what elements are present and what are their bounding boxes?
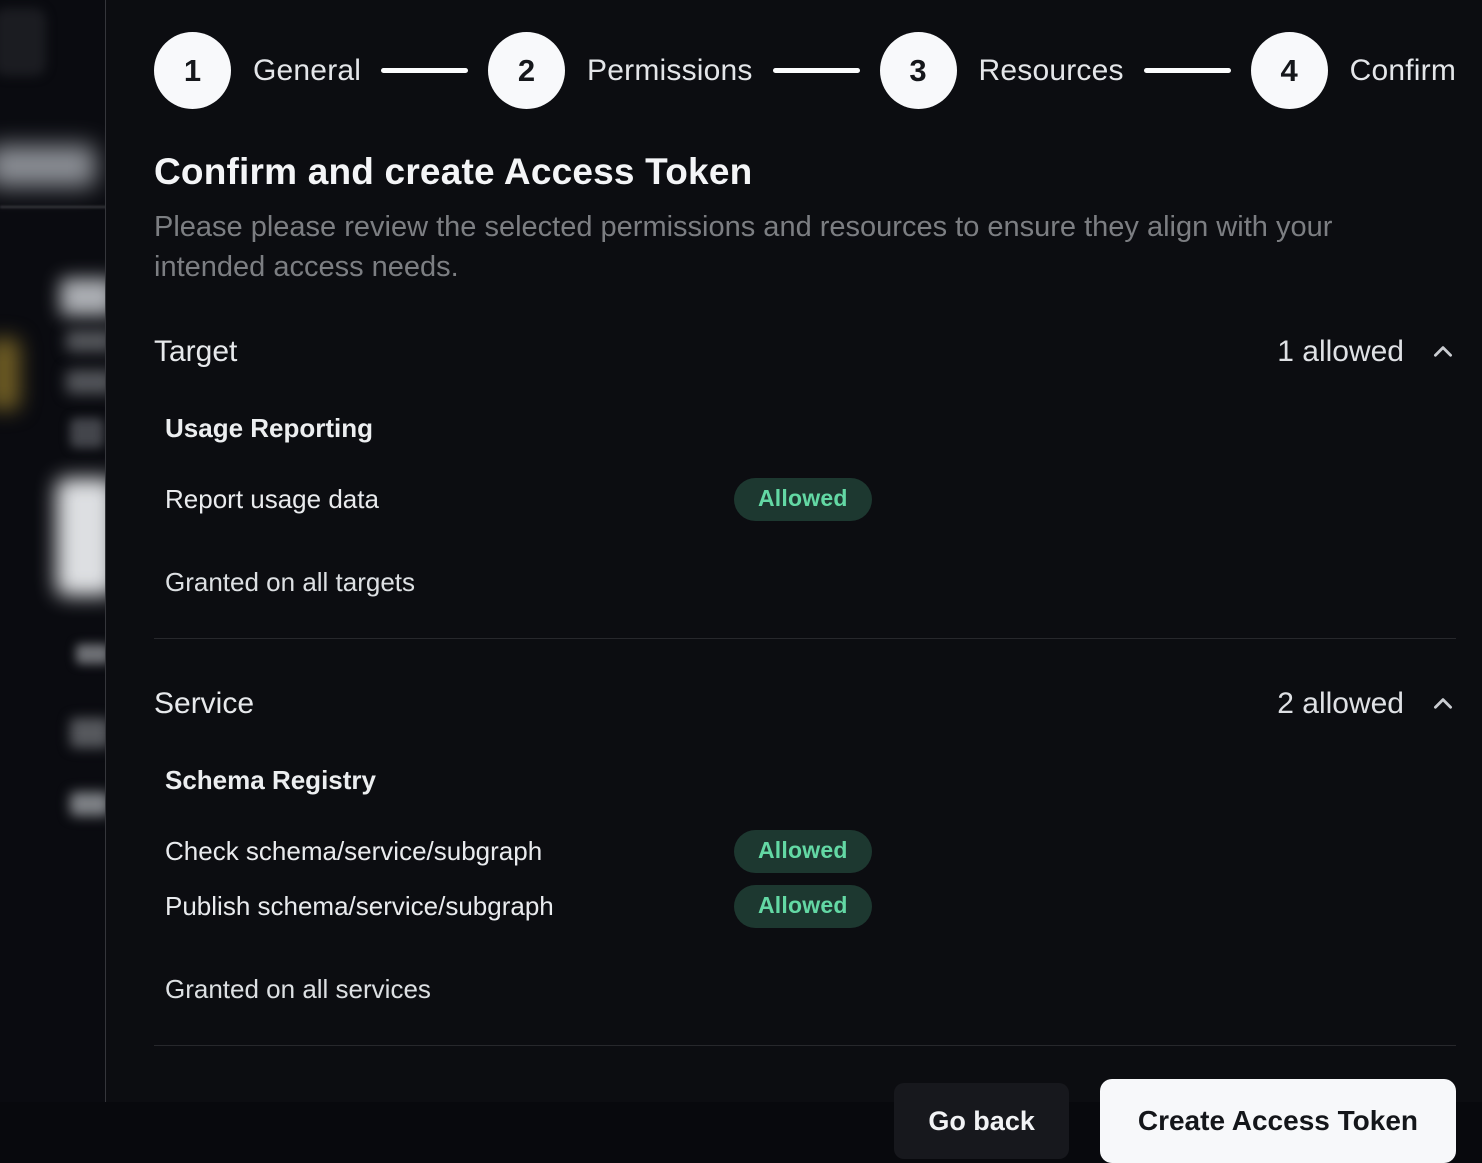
step-label: Confirm <box>1350 54 1456 88</box>
step-permissions[interactable]: 2 Permissions <box>488 32 753 109</box>
blurred-card <box>56 478 105 596</box>
blurred-heading-text <box>60 278 105 316</box>
step-number-circle: 4 <box>1251 32 1328 109</box>
section-divider <box>154 638 1456 639</box>
step-resources[interactable]: 3 Resources <box>880 32 1124 109</box>
permission-row: Check schema/service/subgraph Allowed <box>165 830 1456 873</box>
status-badge: Allowed <box>734 885 872 928</box>
wizard-stepper: 1 General 2 Permissions 3 Resources 4 Co… <box>154 32 1456 109</box>
section-allowed-count: 2 allowed <box>1277 687 1456 721</box>
status-badge: Allowed <box>734 478 872 521</box>
section-header-service[interactable]: Service 2 allowed <box>154 687 1456 721</box>
permission-group-title: Schema Registry <box>165 765 1456 796</box>
blurred-text-line <box>66 330 105 352</box>
allowed-count-label: 2 allowed <box>1277 687 1404 721</box>
blurred-text-line <box>70 792 105 816</box>
step-confirm[interactable]: 4 Confirm <box>1251 32 1456 109</box>
permission-label: Check schema/service/subgraph <box>165 836 734 867</box>
chevron-up-icon[interactable] <box>1430 339 1456 365</box>
permission-row: Publish schema/service/subgraph Allowed <box>165 885 1456 928</box>
permission-group-schema-registry: Schema Registry Check schema/service/sub… <box>165 765 1456 928</box>
status-badge: Allowed <box>734 830 872 873</box>
blurred-text-line <box>70 718 105 748</box>
create-access-token-button[interactable]: Create Access Token <box>1100 1079 1456 1163</box>
step-number-circle: 2 <box>488 32 565 109</box>
section-title: Service <box>154 687 254 721</box>
section-title: Target <box>154 335 237 369</box>
permission-label: Publish schema/service/subgraph <box>165 891 734 922</box>
blurred-logo <box>0 8 46 76</box>
permission-row: Report usage data Allowed <box>165 478 1456 521</box>
blurred-icon <box>70 418 104 448</box>
allowed-count-label: 1 allowed <box>1277 335 1404 369</box>
granted-note: Granted on all targets <box>165 567 1456 598</box>
blurred-accent-shape <box>0 338 20 410</box>
modal-footer: Go back Create Access Token <box>154 1079 1456 1163</box>
granted-note: Granted on all services <box>165 974 1456 1005</box>
section-divider <box>154 1045 1456 1046</box>
step-connector-line <box>773 68 860 73</box>
blurred-text-line <box>66 370 105 394</box>
permission-group-title: Usage Reporting <box>165 413 1456 444</box>
section-allowed-count: 1 allowed <box>1277 335 1456 369</box>
blurred-text-line <box>76 644 105 664</box>
blurred-nav-text <box>0 145 96 187</box>
go-back-button[interactable]: Go back <box>894 1083 1069 1159</box>
step-connector-line <box>1144 68 1231 73</box>
step-number-circle: 1 <box>154 32 231 109</box>
create-access-token-modal: 1 General 2 Permissions 3 Resources 4 Co… <box>105 0 1482 1102</box>
step-label: General <box>253 54 361 88</box>
chevron-up-icon[interactable] <box>1430 691 1456 717</box>
page-subtitle: Please please review the selected permis… <box>154 207 1384 287</box>
background-page-blur <box>0 0 105 1102</box>
step-label: Resources <box>979 54 1124 88</box>
permission-group-usage-reporting: Usage Reporting Report usage data Allowe… <box>165 413 1456 521</box>
step-label: Permissions <box>587 54 753 88</box>
section-header-target[interactable]: Target 1 allowed <box>154 335 1456 369</box>
step-connector-line <box>381 68 468 73</box>
step-general[interactable]: 1 General <box>154 32 361 109</box>
permission-label: Report usage data <box>165 484 734 515</box>
step-number-circle: 3 <box>880 32 957 109</box>
blurred-divider <box>0 206 105 208</box>
page-title: Confirm and create Access Token <box>154 151 1456 193</box>
